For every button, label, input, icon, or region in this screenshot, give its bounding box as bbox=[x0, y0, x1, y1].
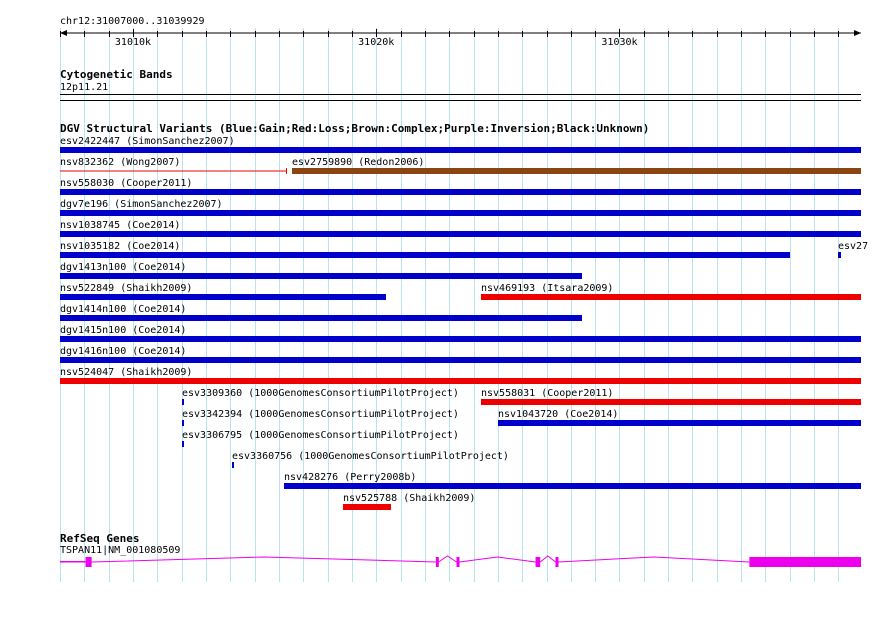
gene-upstream-line bbox=[60, 561, 86, 563]
ruler-tick-label: 31020k bbox=[358, 37, 394, 48]
dgv-feature[interactable]: nsv558030 (Cooper2011) bbox=[60, 178, 861, 195]
dgv-feature[interactable]: nsv428276 (Perry2008b) bbox=[284, 472, 861, 489]
dgv-feature-bar[interactable] bbox=[60, 252, 790, 258]
dgv-track-title: DGV Structural Variants (Blue:Gain;Red:L… bbox=[60, 122, 649, 135]
dgv-feature[interactable]: nsv558031 (Cooper2011) bbox=[481, 388, 861, 405]
dgv-feature-label: esv3360756 (1000GenomesConsortiumPilotPr… bbox=[232, 451, 509, 462]
dgv-feature-label: esv27 bbox=[838, 241, 868, 252]
dgv-feature[interactable]: nsv1038745 (Coe2014) bbox=[60, 220, 861, 237]
dgv-features: esv2422447 (SimonSanchez2007) nsv832362 (… bbox=[60, 136, 868, 510]
gene-intron bbox=[558, 556, 750, 563]
dgv-feature-label: esv3309360 (1000GenomesConsortiumPilotPr… bbox=[182, 388, 459, 399]
dgv-feature-label: nsv558031 (Cooper2011) bbox=[481, 388, 613, 399]
dgv-feature-bar[interactable] bbox=[481, 294, 861, 300]
dgv-feature-bar[interactable] bbox=[284, 483, 861, 489]
refseq-track-title: RefSeq Genes bbox=[60, 532, 139, 545]
dgv-feature[interactable]: nsv524047 (Shaikh2009) bbox=[60, 367, 861, 384]
dgv-feature-bar[interactable] bbox=[60, 294, 386, 300]
dgv-feature-bar[interactable] bbox=[232, 462, 234, 468]
dgv-feature-bar[interactable] bbox=[292, 168, 861, 174]
dgv-feature[interactable]: nsv525788 (Shaikh2009) bbox=[343, 493, 475, 510]
gene-exon[interactable] bbox=[435, 557, 439, 567]
dgv-feature-bar[interactable] bbox=[60, 378, 861, 384]
dgv-feature-bar[interactable] bbox=[60, 147, 861, 153]
refseq-track: RefSeq Genes TSPAN11|NM_001080509 bbox=[60, 532, 861, 567]
gene-intron bbox=[438, 555, 457, 563]
cytoband-track-title: Cytogenetic Bands bbox=[60, 68, 173, 81]
ruler-track: chr12:31007000..31039929 31010k 31020k 310… bbox=[60, 16, 861, 48]
dgv-feature[interactable]: dgv7e196 (SimonSanchez2007) bbox=[60, 199, 861, 216]
dgv-feature-label: dgv1415n100 (Coe2014) bbox=[60, 325, 186, 336]
dgv-feature-bar[interactable] bbox=[60, 210, 861, 216]
dgv-feature-bar[interactable] bbox=[60, 231, 861, 237]
dgv-feature[interactable]: esv3360756 (1000GenomesConsortiumPilotPr… bbox=[232, 451, 509, 468]
dgv-feature[interactable]: nsv832362 (Wong2007) bbox=[60, 157, 287, 174]
dgv-feature-label: nsv1035182 (Coe2014) bbox=[60, 241, 180, 252]
gene-exon[interactable] bbox=[456, 557, 460, 567]
dgv-feature-bar[interactable] bbox=[60, 315, 582, 321]
gene-intron bbox=[459, 556, 536, 563]
gene-intron bbox=[91, 556, 436, 563]
dgv-feature[interactable]: nsv522849 (Shaikh2009) bbox=[60, 283, 386, 300]
gene-exon[interactable] bbox=[85, 557, 92, 567]
dgv-feature-label: dgv1416n100 (Coe2014) bbox=[60, 346, 186, 357]
dgv-feature-bar[interactable] bbox=[60, 273, 582, 279]
dgv-feature[interactable]: dgv1413n100 (Coe2014) bbox=[60, 262, 582, 279]
dgv-feature[interactable]: esv2759890 (Redon2006) bbox=[292, 157, 861, 174]
dgv-feature-bar[interactable] bbox=[498, 420, 861, 426]
gene-model-TSPAN11[interactable] bbox=[60, 555, 861, 567]
gene-exon[interactable] bbox=[749, 557, 861, 567]
dgv-feature-bar[interactable] bbox=[182, 441, 184, 447]
dgv-feature-end-tick bbox=[286, 168, 287, 174]
dgv-feature-bar[interactable] bbox=[60, 357, 861, 363]
dgv-feature[interactable]: esv3342394 (1000GenomesConsortiumPilotPr… bbox=[182, 409, 459, 426]
ruler-left-arrow-icon bbox=[60, 30, 67, 36]
dgv-feature-bar[interactable] bbox=[60, 189, 861, 195]
dgv-feature-bar[interactable] bbox=[343, 504, 391, 510]
dgv-feature-label: nsv832362 (Wong2007) bbox=[60, 157, 180, 168]
cytoband-label: 12p11.21 bbox=[60, 82, 108, 93]
cytoband-track: Cytogenetic Bands 12p11.21 bbox=[60, 68, 861, 101]
dgv-feature-label: nsv1038745 (Coe2014) bbox=[60, 220, 180, 231]
dgv-feature[interactable]: dgv1416n100 (Coe2014) bbox=[60, 346, 861, 363]
dgv-feature-label: nsv558030 (Cooper2011) bbox=[60, 178, 192, 189]
dgv-feature-bar[interactable] bbox=[182, 420, 184, 426]
dgv-feature-label: nsv524047 (Shaikh2009) bbox=[60, 367, 192, 378]
dgv-feature-label: esv3342394 (1000GenomesConsortiumPilotPr… bbox=[182, 409, 459, 420]
dgv-feature-bar[interactable] bbox=[182, 399, 184, 405]
dgv-feature[interactable]: esv3309360 (1000GenomesConsortiumPilotPr… bbox=[182, 388, 459, 405]
dgv-feature-bar[interactable] bbox=[60, 336, 861, 342]
dgv-feature-label: dgv7e196 (SimonSanchez2007) bbox=[60, 199, 223, 210]
genome-browser-view: chr12:31007000..31039929 31010k 31020k 310… bbox=[60, 16, 868, 582]
dgv-feature-bar[interactable] bbox=[838, 252, 841, 258]
dgv-feature[interactable]: dgv1414n100 (Coe2014) bbox=[60, 304, 582, 321]
dgv-feature-label: dgv1414n100 (Coe2014) bbox=[60, 304, 186, 315]
dgv-track: DGV Structural Variants (Blue:Gain;Red:L… bbox=[60, 122, 868, 510]
dgv-feature-bar[interactable] bbox=[481, 399, 861, 405]
ruler-right-arrow-icon bbox=[854, 30, 861, 36]
gene-exon[interactable] bbox=[535, 557, 541, 567]
dgv-feature-bar[interactable] bbox=[60, 170, 287, 172]
dgv-feature-label: nsv469193 (Itsara2009) bbox=[481, 283, 613, 294]
dgv-feature-label: esv3306795 (1000GenomesConsortiumPilotPr… bbox=[182, 430, 459, 441]
dgv-feature[interactable]: esv3306795 (1000GenomesConsortiumPilotPr… bbox=[182, 430, 459, 447]
dgv-feature-label: nsv1043720 (Coe2014) bbox=[498, 409, 618, 420]
dgv-feature[interactable]: nsv1043720 (Coe2014) bbox=[498, 409, 861, 426]
dgv-feature-label: nsv525788 (Shaikh2009) bbox=[343, 493, 475, 504]
location-label: chr12:31007000..31039929 bbox=[60, 16, 205, 27]
dgv-feature[interactable]: dgv1415n100 (Coe2014) bbox=[60, 325, 861, 342]
dgv-feature-label: esv2759890 (Redon2006) bbox=[292, 157, 424, 168]
ruler-tick-label: 31030k bbox=[601, 37, 637, 48]
dgv-feature-label: esv2422447 (SimonSanchez2007) bbox=[60, 136, 235, 147]
dgv-feature-label: dgv1413n100 (Coe2014) bbox=[60, 262, 186, 273]
dgv-feature[interactable]: esv2422447 (SimonSanchez2007) bbox=[60, 136, 861, 153]
gene-exon[interactable] bbox=[555, 557, 559, 567]
dgv-feature-label: nsv428276 (Perry2008b) bbox=[284, 472, 416, 483]
gene-label: TSPAN11|NM_001080509 bbox=[60, 545, 180, 556]
dgv-feature[interactable]: esv27 bbox=[838, 241, 868, 258]
ruler-tick-label: 31010k bbox=[115, 37, 151, 48]
dgv-feature[interactable]: nsv469193 (Itsara2009) bbox=[481, 283, 861, 300]
dgv-feature-label: nsv522849 (Shaikh2009) bbox=[60, 283, 192, 294]
